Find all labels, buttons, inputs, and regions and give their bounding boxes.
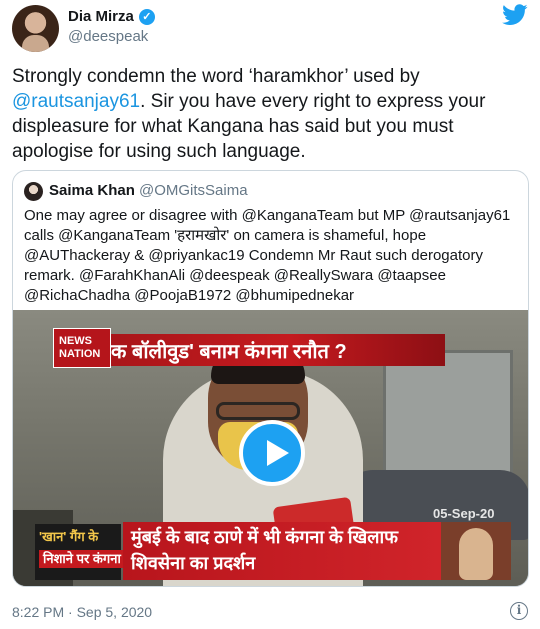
tweet-timestamp[interactable]: 8:22 PM · Sep 5, 2020 [12,604,152,620]
video-date-overlay: 05-Sep-20 [433,506,495,521]
author-name-row: Dia Mirza ✓ [68,8,155,25]
play-button-icon[interactable] [239,420,305,486]
video-inset-portrait [441,522,511,580]
video-side-tag-line-2: निशाने पर कंगना [39,550,125,568]
verified-badge-icon: ✓ [138,8,155,25]
video-side-tag-line-1: 'खान' गैंग के [39,529,99,544]
info-icon[interactable]: i [510,602,528,620]
tweet-text-part: Strongly condemn the word ‘haramkhor’ us… [12,66,420,87]
mention-link[interactable]: @rautsanjay61 [12,91,140,112]
quoted-author-handle: @OMGitsSaima [139,182,248,199]
twitter-bird-icon[interactable] [502,4,528,26]
quoted-author-avatar [24,182,43,201]
author-display-name[interactable]: Dia Mirza [68,8,134,25]
author-avatar[interactable] [12,5,59,52]
tweet-card: Dia Mirza ✓ @deespeak Strongly condemn t… [0,0,540,629]
author-handle[interactable]: @deespeak [68,28,148,45]
video-scene-glasses [216,402,300,420]
video-top-banner-text: क बॉलीवुड' बनाम कंगना रनौत ? [111,341,347,363]
quoted-author-name: Saima Khan [49,182,135,199]
video-bottom-banner-text: मुंबई के बाद ठाणे में भी कंगना के खिलाफ … [131,527,398,573]
news-channel-logo: NEWS NATION [53,328,111,368]
video-player[interactable]: क बॉलीवुड' बनाम कंगना रनौत ? NEWS NATION… [13,310,528,586]
video-scene-door [383,350,513,490]
quoted-tweet-text: One may agree or disagree with @KanganaT… [24,207,511,304]
tweet-text: Strongly condemn the word ‘haramkhor’ us… [12,64,528,164]
quoted-tweet[interactable]: Saima Khan @OMGitsSaima One may agree or… [12,170,529,587]
